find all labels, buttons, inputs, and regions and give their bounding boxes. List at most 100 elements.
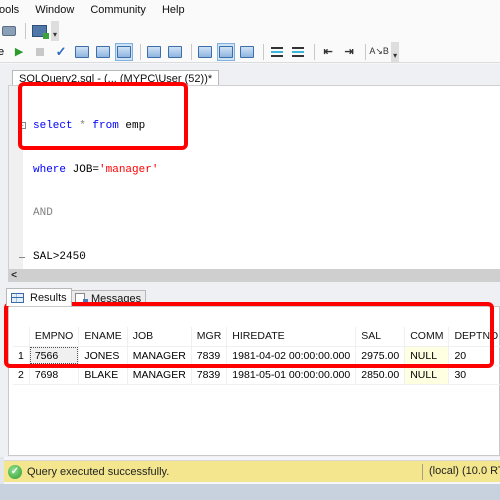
- overflow-icon: ▾: [393, 50, 398, 60]
- query-text[interactable]: - select * from emp where JOB='manager' A…: [19, 90, 158, 293]
- row-number[interactable]: 2: [13, 365, 30, 385]
- cell-empno[interactable]: 7566: [29, 346, 80, 366]
- scroll-left-icon[interactable]: <: [8, 270, 20, 281]
- grid-header-row: EMPNO ENAME JOB MGR HIREDATE SAL COMM DE…: [13, 327, 500, 347]
- tab-results[interactable]: Results: [6, 288, 72, 306]
- query-options-button[interactable]: [94, 43, 112, 61]
- display-plan-button[interactable]: [73, 43, 91, 61]
- parse-button[interactable]: ✓: [52, 43, 70, 61]
- intellisense-icon: [117, 45, 132, 58]
- toolbar-separator: [25, 23, 26, 39]
- column-header-comm[interactable]: COMM: [404, 327, 450, 347]
- stop-button[interactable]: [31, 43, 49, 61]
- cell-job[interactable]: MANAGER: [127, 346, 192, 366]
- table-row[interactable]: 1 7566 JONES MANAGER 7839 1981-04-02 00:…: [13, 346, 500, 366]
- editor-gutter: [9, 86, 23, 271]
- cell-mgr[interactable]: 7839: [191, 346, 228, 366]
- window-bottom-frame: [0, 484, 500, 500]
- identifier: emp: [118, 120, 146, 132]
- toolbar-separator: [365, 43, 367, 60]
- specify-values-button[interactable]: A↘B: [369, 43, 389, 61]
- collapse-icon[interactable]: -: [19, 122, 26, 129]
- tab-messages[interactable]: Messages: [70, 290, 147, 306]
- keyword: AND: [33, 207, 53, 219]
- results-to-text-button[interactable]: [196, 43, 214, 61]
- query-editor[interactable]: - select * from emp where JOB='manager' A…: [8, 85, 500, 271]
- status-bar: ✓ Query executed successfully. (local) (…: [4, 460, 500, 482]
- menu-community[interactable]: Community: [89, 4, 147, 16]
- results-grid: EMPNO ENAME JOB MGR HIREDATE SAL COMM DE…: [13, 327, 500, 385]
- execute-icon: ▶: [14, 46, 24, 58]
- results-to-file-icon: [240, 45, 255, 58]
- results-to-grid-button[interactable]: [217, 42, 236, 61]
- cell-job[interactable]: MANAGER: [127, 365, 192, 385]
- intellisense-button[interactable]: [115, 42, 134, 61]
- uncomment-button[interactable]: [289, 43, 307, 61]
- results-to-text-icon: [198, 45, 213, 58]
- menu-help[interactable]: Help: [161, 4, 186, 16]
- report-button[interactable]: [30, 22, 49, 40]
- cell-sal[interactable]: 2975.00: [355, 346, 406, 366]
- condition: SAL>2450: [33, 250, 86, 263]
- toolbar-overflow-button[interactable]: ▾: [391, 41, 400, 62]
- increase-indent-icon: ⇥: [344, 46, 354, 58]
- menu-window[interactable]: Window: [34, 4, 75, 16]
- toolbar-separator: [263, 43, 265, 60]
- cell-deptno[interactable]: 20: [448, 346, 500, 366]
- status-separator: [422, 464, 423, 480]
- query-plan-icon: [75, 45, 90, 58]
- decrease-indent-button[interactable]: ⇤: [319, 43, 337, 61]
- cell-comm[interactable]: NULL: [404, 346, 450, 366]
- keyword: where: [33, 163, 67, 176]
- toolbar-overflow-button[interactable]: ▾: [51, 21, 59, 41]
- cell-mgr[interactable]: 7839: [191, 365, 228, 385]
- cell-comm[interactable]: NULL: [404, 365, 450, 385]
- messages-icon: [75, 292, 88, 305]
- cell-deptno[interactable]: 30: [448, 365, 500, 385]
- row-number[interactable]: 1: [13, 346, 30, 366]
- results-to-file-button[interactable]: [238, 43, 256, 61]
- status-message: Query executed successfully.: [27, 465, 170, 478]
- cell-ename[interactable]: BLAKE: [78, 365, 128, 385]
- keyword: from: [92, 120, 119, 132]
- column-header-job[interactable]: JOB: [127, 327, 192, 347]
- toolbar-label-fragment: e: [0, 45, 5, 58]
- uncomment-icon: [292, 46, 305, 57]
- document-tab[interactable]: SQLQuery2.sql - (... (MYPC\User (52))*: [12, 70, 220, 86]
- tab-results-label: Results: [30, 291, 67, 304]
- column-header-hiredate[interactable]: HIREDATE: [226, 327, 357, 347]
- overflow-icon: ▾: [52, 30, 57, 39]
- print-icon: [2, 26, 16, 36]
- table-row[interactable]: 2 7698 BLAKE MANAGER 7839 1981-05-01 00:…: [13, 365, 500, 385]
- cell-empno[interactable]: 7698: [29, 365, 80, 385]
- include-plan-icon: [147, 45, 162, 58]
- parse-icon: ✓: [55, 43, 67, 59]
- menu-tools[interactable]: ools: [0, 4, 20, 16]
- client-stats-icon: [168, 45, 183, 58]
- code-line: where JOB='manager': [33, 163, 158, 178]
- increase-indent-button[interactable]: ⇥: [340, 43, 358, 61]
- column-header-rownum: [13, 327, 30, 347]
- identifier: JOB=: [66, 163, 100, 176]
- cell-ename[interactable]: JONES: [78, 346, 128, 366]
- standard-toolbar: ▾: [0, 20, 500, 42]
- client-stats-button[interactable]: [166, 43, 184, 61]
- column-header-mgr[interactable]: MGR: [191, 327, 228, 347]
- column-header-empno[interactable]: EMPNO: [29, 327, 80, 347]
- column-header-deptno[interactable]: DEPTNO: [448, 327, 500, 347]
- comment-button[interactable]: [268, 43, 286, 61]
- decrease-indent-icon: ⇤: [323, 46, 333, 58]
- column-header-ename[interactable]: ENAME: [78, 327, 128, 347]
- success-icon: ✓: [8, 464, 22, 479]
- cell-hiredate[interactable]: 1981-04-02 00:00:00.000: [226, 346, 357, 366]
- code-line: - select * from emp: [19, 119, 158, 134]
- include-plan-button[interactable]: [145, 43, 163, 61]
- print-button[interactable]: [0, 22, 18, 40]
- cell-sal[interactable]: 2850.00: [355, 365, 406, 385]
- report-icon: [31, 25, 49, 39]
- execute-button[interactable]: ▶: [10, 43, 28, 61]
- editor-horizontal-scrollbar[interactable]: <: [8, 269, 500, 282]
- cell-hiredate[interactable]: 1981-05-01 00:00:00.000: [226, 365, 357, 385]
- column-header-sal[interactable]: SAL: [355, 327, 406, 347]
- results-area: Results Messages EMPNO ENAME JOB MGR HIR…: [0, 282, 500, 457]
